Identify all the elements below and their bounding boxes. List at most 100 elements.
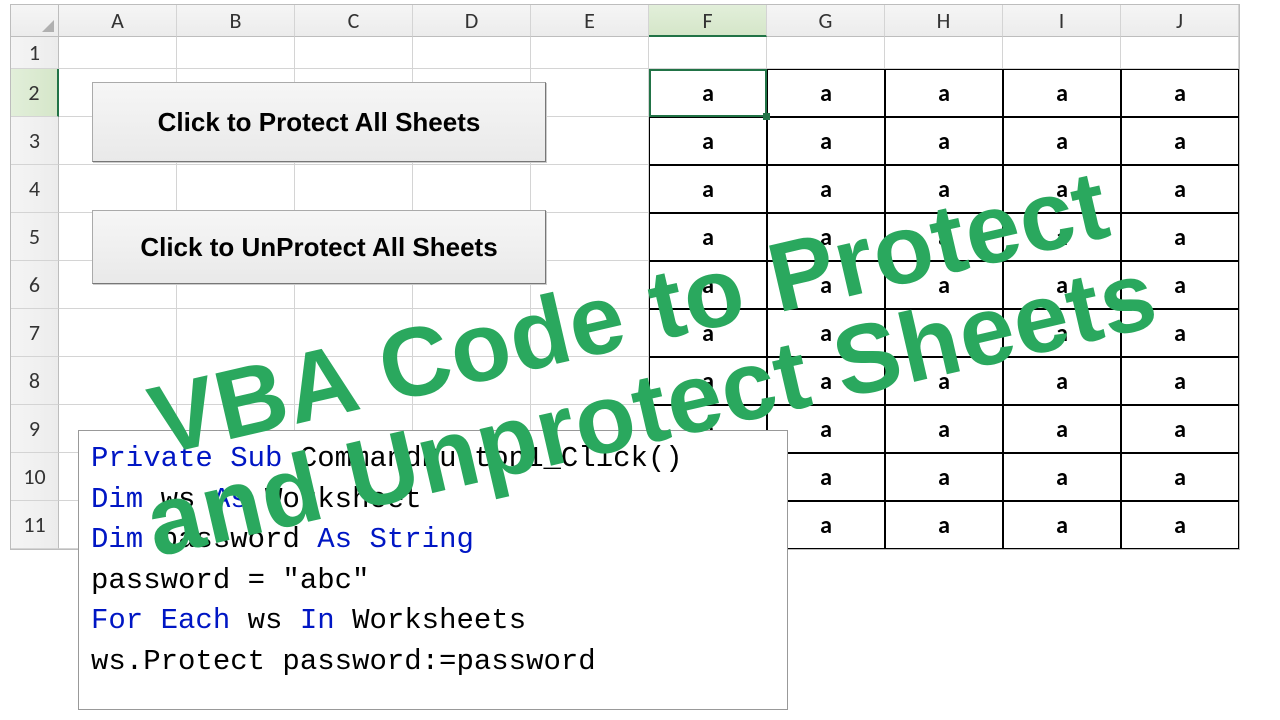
empty-cell[interactable] (177, 357, 295, 405)
row-header[interactable]: 3 (11, 117, 59, 165)
data-cell[interactable]: a (885, 357, 1003, 405)
data-cell[interactable]: a (1121, 261, 1239, 309)
empty-cell[interactable] (767, 37, 885, 69)
unprotect-all-button[interactable]: Click to UnProtect All Sheets (92, 210, 546, 284)
empty-cell[interactable] (413, 165, 531, 213)
data-cell[interactable]: a (767, 165, 885, 213)
empty-cell[interactable] (649, 37, 767, 69)
data-cell[interactable]: a (885, 261, 1003, 309)
data-cell[interactable]: a (649, 165, 767, 213)
row-header[interactable]: 7 (11, 309, 59, 357)
empty-cell[interactable] (531, 117, 649, 165)
data-cell[interactable]: a (885, 69, 1003, 117)
row-header[interactable]: 9 (11, 405, 59, 453)
data-cell[interactable]: a (767, 117, 885, 165)
empty-cell[interactable] (295, 37, 413, 69)
column-header[interactable]: H (885, 5, 1003, 37)
select-all-corner[interactable] (11, 5, 59, 37)
empty-cell[interactable] (177, 309, 295, 357)
column-header[interactable]: E (531, 5, 649, 37)
data-cell[interactable]: a (649, 309, 767, 357)
empty-cell[interactable] (531, 213, 649, 261)
empty-cell[interactable] (1121, 37, 1239, 69)
data-cell[interactable]: a (1003, 165, 1121, 213)
empty-cell[interactable] (531, 165, 649, 213)
data-cell[interactable]: a (1121, 69, 1239, 117)
column-header[interactable]: D (413, 5, 531, 37)
data-cell[interactable]: a (885, 405, 1003, 453)
column-header[interactable]: B (177, 5, 295, 37)
data-cell[interactable]: a (1121, 501, 1239, 549)
data-cell[interactable]: a (1121, 213, 1239, 261)
empty-cell[interactable] (295, 309, 413, 357)
protect-all-button[interactable]: Click to Protect All Sheets (92, 82, 546, 162)
data-cell[interactable]: a (885, 309, 1003, 357)
data-cell[interactable]: a (767, 213, 885, 261)
empty-cell[interactable] (59, 37, 177, 69)
data-cell[interactable]: a (1121, 453, 1239, 501)
row-header[interactable]: 5 (11, 213, 59, 261)
empty-cell[interactable] (413, 37, 531, 69)
code-text: ws (143, 483, 213, 516)
row-header[interactable]: 11 (11, 501, 59, 549)
column-header[interactable]: G (767, 5, 885, 37)
data-cell[interactable]: a (1121, 165, 1239, 213)
empty-cell[interactable] (295, 165, 413, 213)
data-cell[interactable]: a (1121, 117, 1239, 165)
empty-cell[interactable] (295, 357, 413, 405)
empty-cell[interactable] (531, 357, 649, 405)
empty-cell[interactable] (177, 37, 295, 69)
data-cell[interactable]: a (767, 69, 885, 117)
empty-cell[interactable] (531, 69, 649, 117)
data-cell[interactable]: a (885, 213, 1003, 261)
empty-cell[interactable] (413, 357, 531, 405)
empty-cell[interactable] (59, 165, 177, 213)
data-cell[interactable]: a (885, 453, 1003, 501)
data-cell[interactable]: a (1003, 261, 1121, 309)
column-header[interactable]: C (295, 5, 413, 37)
column-header[interactable]: A (59, 5, 177, 37)
empty-cell[interactable] (531, 309, 649, 357)
data-cell[interactable]: a (885, 165, 1003, 213)
data-cell[interactable]: a (767, 357, 885, 405)
data-cell[interactable]: a (649, 261, 767, 309)
data-cell[interactable]: a (649, 357, 767, 405)
data-cell[interactable]: a (1003, 117, 1121, 165)
data-cell[interactable]: a (885, 117, 1003, 165)
data-cell[interactable]: a (1003, 309, 1121, 357)
row-header[interactable]: 4 (11, 165, 59, 213)
row-header[interactable]: 10 (11, 453, 59, 501)
empty-cell[interactable] (413, 309, 531, 357)
empty-cell[interactable] (531, 261, 649, 309)
data-cell[interactable]: a (1003, 405, 1121, 453)
data-cell[interactable]: a (1003, 357, 1121, 405)
data-cell[interactable]: a (649, 213, 767, 261)
data-cell[interactable]: a (1121, 357, 1239, 405)
row-header[interactable]: 1 (11, 37, 59, 69)
data-cell[interactable]: a (1003, 69, 1121, 117)
data-cell[interactable]: a (1003, 501, 1121, 549)
data-cell[interactable]: a (1003, 453, 1121, 501)
empty-cell[interactable] (531, 37, 649, 69)
data-cell[interactable]: a (1121, 405, 1239, 453)
data-cell[interactable]: a (649, 117, 767, 165)
column-header[interactable]: I (1003, 5, 1121, 37)
row-header[interactable]: 6 (11, 261, 59, 309)
empty-cell[interactable] (59, 309, 177, 357)
data-cell[interactable]: a (767, 261, 885, 309)
button-label: Click to Protect All Sheets (158, 107, 481, 138)
column-header[interactable]: J (1121, 5, 1239, 37)
data-cell[interactable]: a (1003, 213, 1121, 261)
data-cell[interactable]: a (649, 69, 767, 117)
data-cell[interactable]: a (767, 309, 885, 357)
empty-cell[interactable] (885, 37, 1003, 69)
row-header[interactable]: 8 (11, 357, 59, 405)
empty-cell[interactable] (59, 357, 177, 405)
empty-cell[interactable] (177, 165, 295, 213)
data-cell[interactable]: a (885, 501, 1003, 549)
row-header[interactable]: 2 (11, 69, 59, 117)
empty-cell[interactable] (1003, 37, 1121, 69)
vba-code-window[interactable]: Private Sub CommandButton1_Click() Dim w… (78, 430, 788, 710)
column-header[interactable]: F (649, 5, 767, 37)
data-cell[interactable]: a (1121, 309, 1239, 357)
